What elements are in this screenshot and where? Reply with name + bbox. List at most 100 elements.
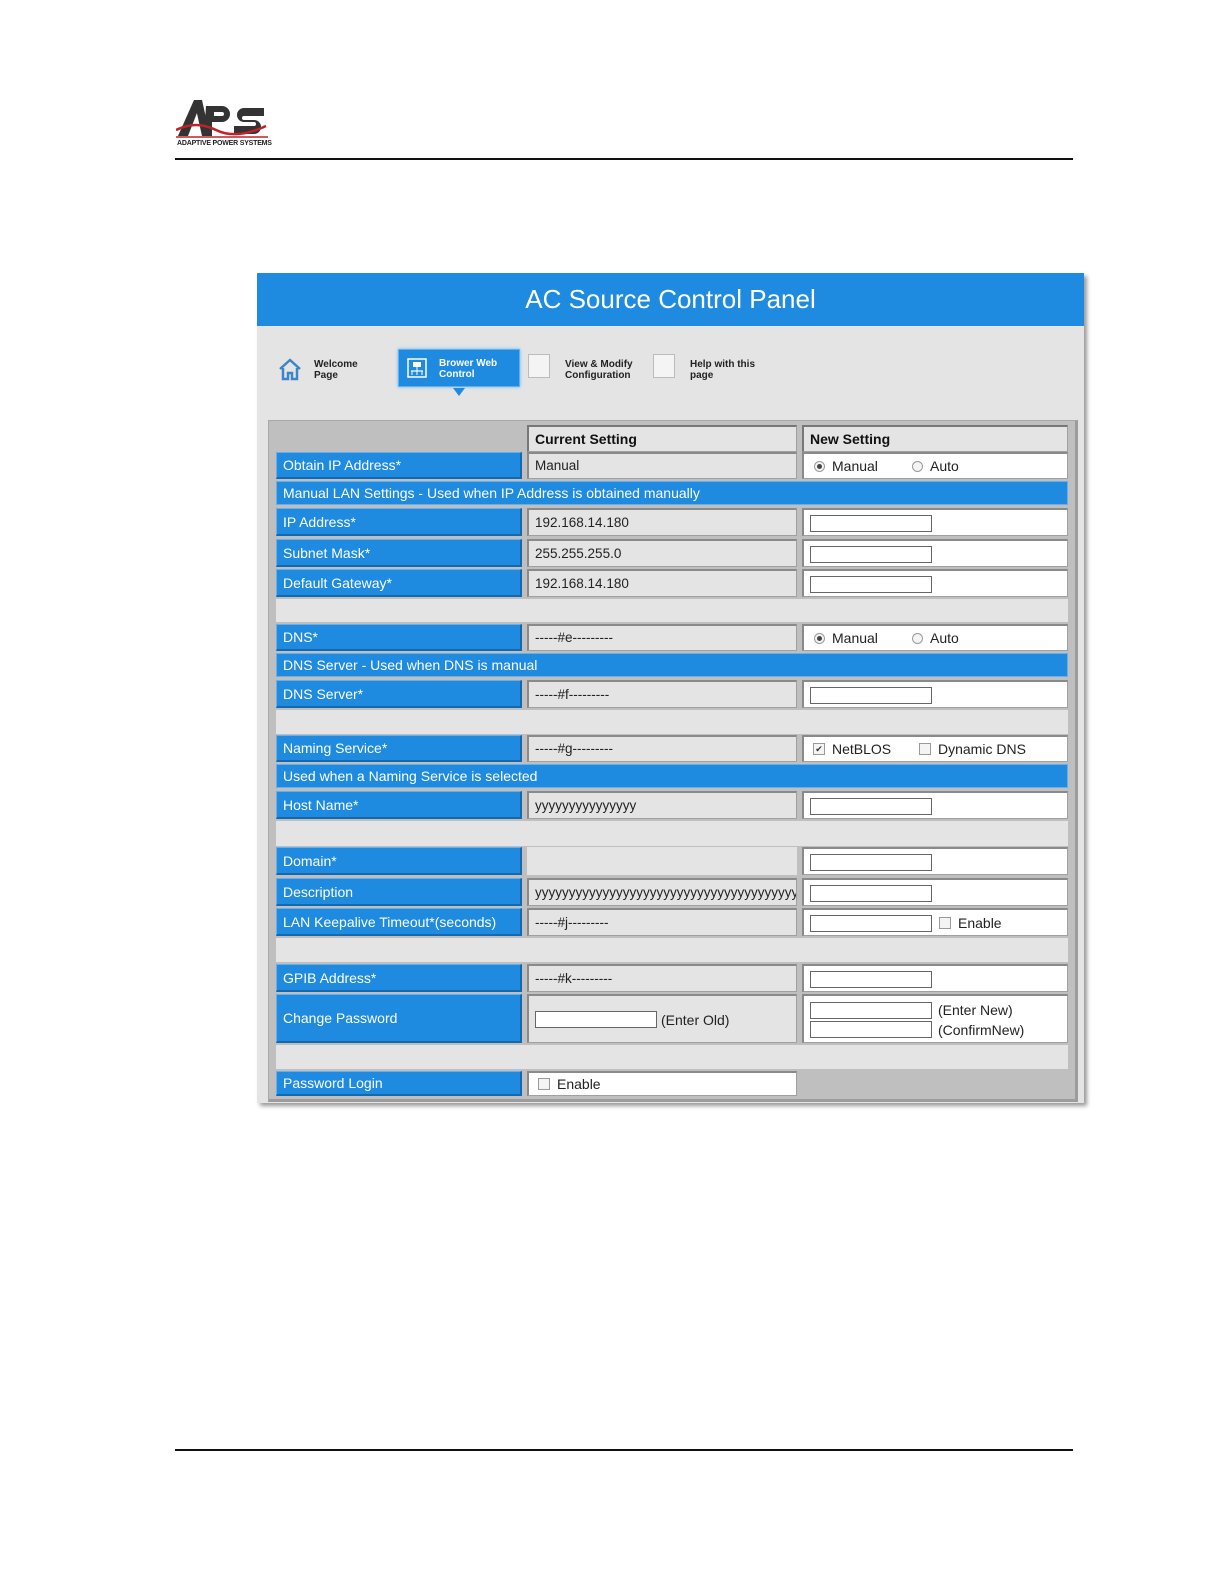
obtain-ip-auto-radio[interactable]: Auto	[912, 459, 959, 473]
option-label: Dynamic DNS	[938, 741, 1026, 757]
option-label: Auto	[930, 458, 959, 474]
nav-view-modify-label: View & Modify Configuration	[565, 359, 633, 381]
default-gateway-new	[802, 569, 1068, 597]
dns-label: DNS*	[276, 624, 522, 651]
enter-new-label: (Enter New)	[938, 1002, 1013, 1018]
column-header-new: New Setting	[802, 425, 1068, 452]
naming-service-new: ✔ NetBLOS Dynamic DNS	[802, 735, 1068, 762]
domain-new	[802, 847, 1068, 875]
domain-input[interactable]	[810, 854, 932, 871]
broken-image-icon	[528, 354, 550, 378]
dns-auto-radio[interactable]: Auto	[912, 631, 959, 645]
naming-service-band: Used when a Naming Service is selected	[276, 764, 1068, 788]
dns-server-input[interactable]	[810, 687, 932, 704]
change-password-new: (Enter New) (ConfirmNew)	[802, 994, 1068, 1043]
subnet-mask-label: Subnet Mask*	[276, 539, 522, 567]
nav-welcome[interactable]: Welcome Page	[277, 348, 377, 388]
radio-selected-icon	[814, 632, 825, 644]
spacer	[276, 938, 1068, 962]
default-gateway-current: 192.168.14.180	[527, 569, 797, 597]
nav-browser-web-control-label: Brower Web Control	[439, 358, 498, 380]
default-gateway-input[interactable]	[810, 576, 932, 593]
domain-current-empty	[527, 847, 797, 875]
nav-view-modify[interactable]: View & Modify Configuration	[528, 348, 648, 388]
aps-logo-subtitle: ADAPTIVE POWER SYSTEMS	[177, 140, 272, 147]
spacer	[276, 1045, 1068, 1069]
ip-address-new	[802, 508, 1068, 536]
option-label: Manual	[832, 458, 878, 474]
host-name-input[interactable]	[810, 798, 932, 815]
description-input[interactable]	[810, 885, 932, 902]
new-password-input[interactable]	[810, 1002, 932, 1019]
confirm-password-input[interactable]	[810, 1021, 932, 1038]
nav-help-label: Help with this page	[690, 359, 755, 381]
spacer	[276, 710, 1068, 734]
broken-image-icon	[653, 354, 675, 378]
gpib-address-current: -----#k---------	[527, 964, 797, 992]
netbios-checkbox[interactable]: ✔ NetBLOS	[813, 742, 891, 756]
control-panel: AC Source Control Panel Welcome Page Bro…	[257, 273, 1084, 1103]
radio-icon	[912, 460, 923, 472]
spacer	[276, 821, 1068, 846]
checkbox-icon	[919, 743, 931, 755]
dns-current: -----#e---------	[527, 624, 797, 651]
description-current: yyyyyyyyyyyyyyyyyyyyyyyyyyyyyyyyyyyyyyyy…	[527, 878, 797, 906]
host-name-label: Host Name*	[276, 791, 522, 819]
obtain-ip-current: Manual	[527, 452, 797, 479]
naming-service-current: -----#g---------	[527, 735, 797, 762]
change-password-label: Change Password	[276, 994, 522, 1043]
confirm-new-label: (ConfirmNew)	[938, 1022, 1025, 1038]
description-new	[802, 878, 1068, 906]
active-tab-pointer	[453, 388, 465, 396]
dns-manual-radio[interactable]: Manual	[814, 631, 878, 645]
host-name-current: yyyyyyyyyyyyyyy	[527, 791, 797, 819]
keepalive-enable-checkbox[interactable]: Enable	[939, 916, 1002, 930]
ip-address-label: IP Address*	[276, 508, 522, 536]
settings-form: Current Setting New Setting Obtain IP Ad…	[268, 420, 1078, 1102]
old-password-input[interactable]	[535, 1011, 657, 1028]
change-password-old: (Enter Old)	[527, 994, 797, 1043]
subnet-mask-input[interactable]	[810, 546, 932, 563]
nav-welcome-label: Welcome Page	[314, 359, 358, 381]
dynamic-dns-checkbox[interactable]: Dynamic DNS	[919, 742, 1026, 756]
keepalive-current: -----#j---------	[527, 908, 797, 936]
spacer	[276, 599, 1068, 622]
gpib-address-label: GPIB Address*	[276, 964, 522, 992]
ip-address-input[interactable]	[810, 515, 932, 532]
checkmark-icon: ✔	[813, 743, 825, 755]
home-icon	[279, 358, 301, 381]
dns-server-new	[802, 680, 1068, 708]
option-label: NetBLOS	[832, 741, 892, 757]
keepalive-input[interactable]	[810, 915, 932, 932]
obtain-ip-manual-radio[interactable]: Manual	[814, 459, 878, 473]
gpib-address-input[interactable]	[810, 971, 932, 988]
dns-server-band: DNS Server - Used when DNS is manual	[276, 653, 1068, 677]
gpib-address-new	[802, 964, 1068, 992]
option-label: Enable	[557, 1076, 601, 1092]
nav-bar: Welcome Page Brower Web Control View & M…	[257, 326, 1084, 458]
keepalive-new: Enable	[802, 908, 1068, 936]
obtain-ip-new: Manual Auto	[802, 452, 1068, 479]
panel-title: AC Source Control Panel	[257, 273, 1084, 326]
enter-old-label: (Enter Old)	[661, 1012, 730, 1028]
password-login-label: Password Login	[276, 1071, 522, 1096]
password-login-value: Enable	[527, 1071, 797, 1096]
nav-browser-web-control[interactable]: Brower Web Control	[398, 349, 520, 387]
option-label: Manual	[832, 630, 878, 646]
password-login-enable-checkbox[interactable]: Enable	[538, 1077, 601, 1091]
host-name-new	[802, 791, 1068, 819]
naming-service-label: Naming Service*	[276, 735, 522, 762]
default-gateway-label: Default Gateway*	[276, 569, 522, 597]
manual-lan-band: Manual LAN Settings - Used when IP Addre…	[276, 481, 1068, 505]
footer-rule	[175, 1449, 1073, 1451]
ip-address-current: 192.168.14.180	[527, 508, 797, 536]
radio-icon	[912, 632, 923, 644]
checkbox-icon	[939, 916, 951, 929]
description-label: Description	[276, 878, 522, 906]
column-header-current: Current Setting	[527, 425, 797, 452]
subnet-mask-new	[802, 539, 1068, 567]
checkbox-icon	[538, 1078, 550, 1090]
web-control-icon	[407, 358, 427, 378]
header-rule	[175, 158, 1073, 160]
nav-help[interactable]: Help with this page	[653, 348, 773, 388]
